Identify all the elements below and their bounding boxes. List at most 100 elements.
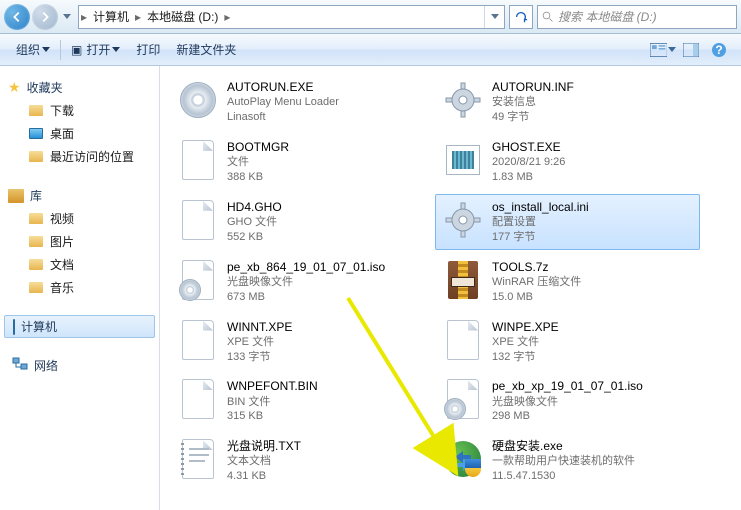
new-folder-button[interactable]: 新建文件夹 — [168, 34, 244, 65]
libraries-group[interactable]: 库 — [0, 184, 159, 207]
file-type: 光盘映像文件 — [492, 395, 643, 410]
file-item[interactable]: AUTORUN.INF安装信息49 字节 — [435, 74, 700, 130]
file-type: 一款帮助用户快速装机的软件 — [492, 454, 635, 469]
file-item[interactable]: TOOLS.7zWinRAR 压缩文件15.0 MB — [435, 254, 700, 310]
sidebar-item-documents[interactable]: 文档 — [0, 253, 159, 276]
address-dropdown[interactable] — [484, 6, 504, 28]
breadcrumb-drive-d[interactable]: 本地磁盘 (D:) — [143, 6, 222, 28]
star-icon: ★ — [8, 79, 21, 96]
favorites-group[interactable]: ★ 收藏夹 — [0, 76, 159, 99]
file-meta: 11.5.47.1530 — [492, 469, 635, 484]
chevron-down-icon — [112, 47, 120, 53]
file-meta: 673 MB — [227, 290, 385, 305]
file-type: 配置设置 — [492, 215, 589, 230]
sidebar-item-music[interactable]: 音乐 — [0, 276, 159, 299]
file-item[interactable]: AUTORUN.EXEAutoPlay Menu LoaderLinasoft — [170, 74, 435, 130]
gear-icon — [445, 202, 481, 238]
file-item[interactable]: os_install_local.ini配置设置177 字节 — [435, 194, 700, 250]
file-meta: 315 KB — [227, 409, 318, 424]
text-file-icon — [182, 439, 214, 479]
file-type: XPE 文件 — [227, 335, 292, 350]
disc-icon — [180, 82, 216, 118]
file-type: 安装信息 — [492, 95, 574, 110]
file-meta: 132 字节 — [492, 350, 559, 365]
file-item[interactable]: WNPEFONT.BINBIN 文件315 KB — [170, 373, 435, 429]
file-item[interactable]: GHOST.EXE2020/8/21 9:261.83 MB — [435, 134, 700, 190]
file-type: AutoPlay Menu Loader — [227, 95, 339, 110]
sidebar-item-recent[interactable]: 最近访问的位置 — [0, 145, 159, 168]
file-name: 光盘说明.TXT — [227, 438, 301, 454]
file-meta: 552 KB — [227, 230, 282, 245]
file-item[interactable]: 光盘说明.TXT文本文档4.31 KB — [170, 433, 435, 489]
chevron-right-icon: ▸ — [133, 10, 143, 24]
file-list[interactable]: AUTORUN.EXEAutoPlay Menu LoaderLinasoftA… — [160, 66, 741, 510]
preview-pane-button[interactable] — [678, 39, 704, 61]
sidebar-item-downloads[interactable]: 下载 — [0, 99, 159, 122]
file-meta: 298 MB — [492, 409, 643, 424]
file-meta: 388 KB — [227, 170, 289, 185]
back-button[interactable] — [4, 4, 30, 30]
file-icon — [182, 200, 214, 240]
file-name: GHOST.EXE — [492, 139, 565, 155]
sidebar-item-network[interactable]: 网络 — [0, 354, 159, 377]
file-name: WINPE.XPE — [492, 319, 559, 335]
navigation-bar: ▸ 计算机 ▸ 本地磁盘 (D:) ▸ 搜索 本地磁盘 (D:) — [0, 0, 741, 34]
file-name: WNPEFONT.BIN — [227, 378, 318, 394]
file-name: 硬盘安装.exe — [492, 438, 635, 454]
file-type: 光盘映像文件 — [227, 275, 385, 290]
file-item[interactable]: pe_xb_xp_19_01_07_01.iso光盘映像文件298 MB — [435, 373, 700, 429]
refresh-button[interactable] — [509, 5, 533, 29]
history-dropdown[interactable] — [60, 14, 74, 20]
file-name: HD4.GHO — [227, 199, 282, 215]
file-name: pe_xb_xp_19_01_07_01.iso — [492, 378, 643, 394]
file-type: WinRAR 压缩文件 — [492, 275, 581, 290]
file-name: AUTORUN.INF — [492, 79, 574, 95]
search-icon — [542, 11, 554, 23]
print-button[interactable]: 打印 — [128, 34, 168, 65]
installer-icon — [445, 441, 481, 477]
file-type: XPE 文件 — [492, 335, 559, 350]
file-name: TOOLS.7z — [492, 259, 581, 275]
breadcrumb-computer[interactable]: 计算机 — [89, 6, 133, 28]
file-item[interactable]: pe_xb_864_19_01_07_01.iso光盘映像文件673 MB — [170, 254, 435, 310]
sidebar-item-desktop[interactable]: 桌面 — [0, 122, 159, 145]
view-options-button[interactable] — [650, 39, 676, 61]
search-input[interactable]: 搜索 本地磁盘 (D:) — [537, 5, 737, 29]
file-name: pe_xb_864_19_01_07_01.iso — [227, 259, 385, 275]
file-name: WINNT.XPE — [227, 319, 292, 335]
address-bar[interactable]: ▸ 计算机 ▸ 本地磁盘 (D:) ▸ — [78, 5, 505, 29]
file-name: AUTORUN.EXE — [227, 79, 339, 95]
file-name: BOOTMGR — [227, 139, 289, 155]
forward-button[interactable] — [32, 4, 58, 30]
computer-icon — [13, 319, 15, 335]
help-button[interactable]: ? — [706, 39, 732, 61]
svg-text:?: ? — [715, 43, 722, 57]
file-meta: 4.31 KB — [227, 469, 301, 484]
file-item[interactable]: HD4.GHOGHO 文件552 KB — [170, 194, 435, 250]
sidebar-item-computer[interactable]: 计算机 — [4, 315, 155, 338]
file-icon — [182, 379, 214, 419]
navigation-sidebar: ★ 收藏夹 下载 桌面 最近访问的位置 库 视频 图片 文档 音乐 计算机 网络 — [0, 66, 160, 510]
file-item[interactable]: BOOTMGR文件388 KB — [170, 134, 435, 190]
organize-menu[interactable]: 组织 — [8, 34, 58, 65]
file-meta: 1.83 MB — [492, 170, 565, 185]
ghost-icon — [446, 145, 480, 175]
file-name: os_install_local.ini — [492, 199, 589, 215]
file-type: 文本文档 — [227, 454, 301, 469]
file-item[interactable]: WINPE.XPEXPE 文件132 字节 — [435, 314, 700, 370]
iso-icon — [447, 379, 479, 419]
sidebar-item-videos[interactable]: 视频 — [0, 207, 159, 230]
file-type: 2020/8/21 9:26 — [492, 155, 565, 170]
file-type: BIN 文件 — [227, 395, 318, 410]
file-item[interactable]: WINNT.XPEXPE 文件133 字节 — [170, 314, 435, 370]
file-type: 文件 — [227, 155, 289, 170]
chevron-right-icon: ▸ — [222, 10, 232, 24]
open-button[interactable]: ▣ 打开 — [63, 34, 128, 65]
file-item[interactable]: 硬盘安装.exe一款帮助用户快速装机的软件11.5.47.1530 — [435, 433, 700, 489]
network-icon — [12, 357, 28, 374]
file-meta: 177 字节 — [492, 230, 589, 245]
file-icon — [447, 320, 479, 360]
sidebar-item-pictures[interactable]: 图片 — [0, 230, 159, 253]
iso-icon — [182, 260, 214, 300]
chevron-right-icon: ▸ — [79, 10, 89, 24]
